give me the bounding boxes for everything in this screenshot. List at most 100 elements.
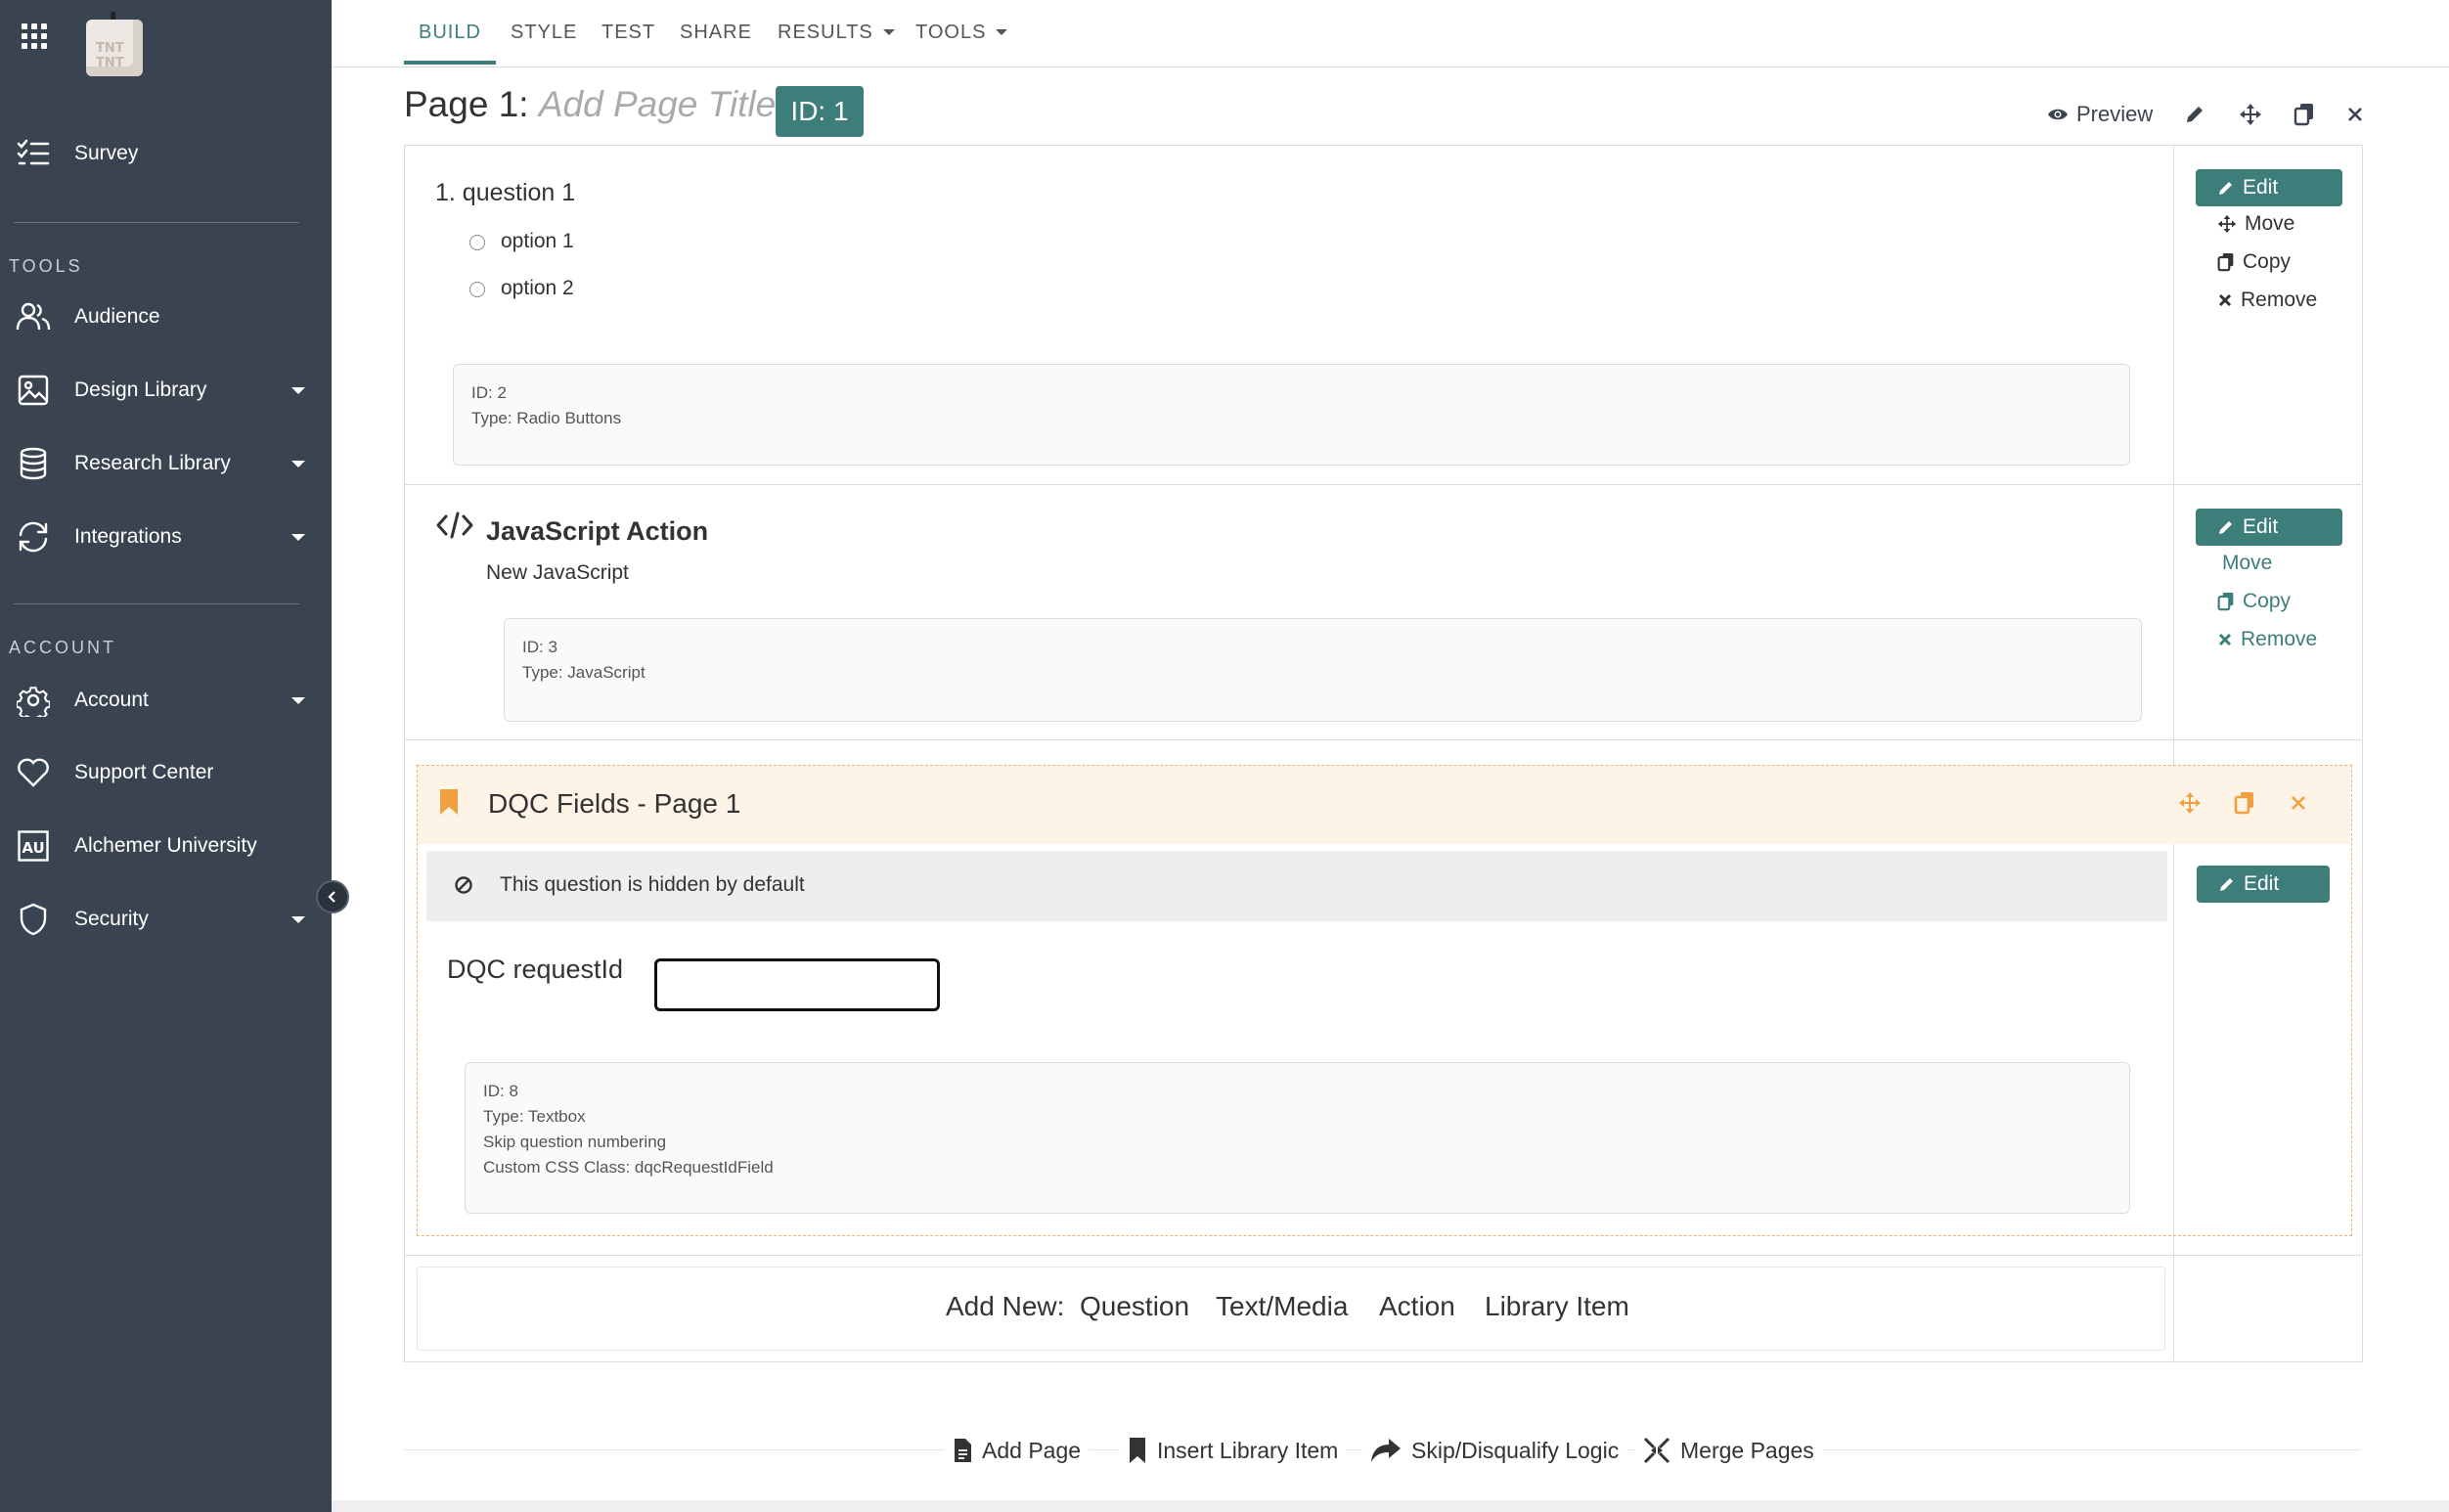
remove-button[interactable]: Remove <box>2217 628 2317 651</box>
info-type: Type: Radio Buttons <box>471 409 622 427</box>
bookmark-icon <box>440 789 458 815</box>
close-icon[interactable] <box>2290 794 2307 812</box>
radio-option-1[interactable] <box>469 235 485 250</box>
info-numbering: Skip question numbering <box>483 1133 667 1151</box>
merge-pages-button[interactable]: Merge Pages <box>1635 1434 1822 1467</box>
copy-icon <box>2217 593 2234 611</box>
add-question-link[interactable]: Question <box>1080 1291 1189 1322</box>
university-icon: AU <box>16 828 51 864</box>
page-title-prefix: Page 1: <box>404 84 529 124</box>
add-library-item-link[interactable]: Library Item <box>1485 1291 1629 1322</box>
move-page-button[interactable] <box>2239 98 2262 131</box>
chevron-down-icon <box>291 533 305 541</box>
move-label: Move <box>2222 552 2273 574</box>
tab-results[interactable]: RESULTS <box>778 0 895 65</box>
sidebar-item-alchemer-university[interactable]: AU Alchemer University <box>0 819 332 873</box>
skip-logic-label: Skip/Disqualify Logic <box>1411 1437 1620 1463</box>
copy-button[interactable]: Copy <box>2217 250 2291 274</box>
question-title[interactable]: 1. question 1 <box>435 179 575 207</box>
javascript-action-subtitle: New JavaScript <box>486 561 629 584</box>
list-check-icon <box>16 136 51 171</box>
sidebar-item-label: Integrations <box>74 525 182 548</box>
shield-icon <box>16 902 51 937</box>
copy-button[interactable]: Copy <box>2217 590 2291 613</box>
dqc-request-id-input[interactable] <box>654 958 940 1011</box>
info-id: ID: 2 <box>471 383 507 402</box>
sidebar-item-account[interactable]: Account <box>0 673 332 728</box>
remove-button[interactable]: Remove <box>2217 289 2317 312</box>
javascript-action-title[interactable]: JavaScript Action <box>486 516 708 547</box>
code-icon <box>436 511 473 539</box>
dqc-title[interactable]: DQC Fields - Page 1 <box>488 788 740 820</box>
sidebar-item-label: Support Center <box>74 761 214 783</box>
add-text-media-link[interactable]: Text/Media <box>1216 1291 1348 1322</box>
info-id: ID: 8 <box>483 1082 518 1100</box>
sidebar-item-research-library[interactable]: Research Library <box>0 436 332 491</box>
move-icon[interactable] <box>2178 791 2202 815</box>
move-button[interactable]: Move <box>2217 212 2294 236</box>
add-page-button[interactable]: Add Page <box>945 1434 1090 1467</box>
add-action-link[interactable]: Action <box>1379 1291 1455 1322</box>
info-css-class: Custom CSS Class: dqcRequestIdField <box>483 1158 774 1177</box>
sidebar-item-support-center[interactable]: Support Center <box>0 745 332 800</box>
company-logo[interactable]: TNT TNT <box>82 12 149 76</box>
tab-tools[interactable]: TOOLS <box>915 0 1008 65</box>
dqc-info-box: ID: 8 Type: Textbox Skip question number… <box>465 1062 2130 1214</box>
option-label: option 1 <box>501 230 574 252</box>
tab-style[interactable]: STYLE <box>511 0 577 65</box>
sidebar-item-design-library[interactable]: Design Library <box>0 363 332 418</box>
users-icon <box>16 299 51 334</box>
move-button[interactable]: Move <box>2222 552 2272 575</box>
insert-library-item-button[interactable]: Insert Library Item <box>1120 1434 1347 1467</box>
tab-share[interactable]: SHARE <box>680 0 752 65</box>
sidebar-item-integrations[interactable]: Integrations <box>0 510 332 564</box>
sidebar-item-label: Audience <box>74 305 160 328</box>
eye-icon <box>2048 109 2068 120</box>
edit-button[interactable]: Edit <box>2197 866 2330 903</box>
close-icon <box>2218 633 2232 646</box>
preview-button[interactable]: Preview <box>2047 98 2153 131</box>
sidebar-item-label: Security <box>74 908 149 930</box>
merge-icon <box>1643 1437 1670 1464</box>
sidebar-item-label: Research Library <box>74 452 231 474</box>
javascript-info-box: ID: 3 Type: JavaScript <box>504 618 2142 722</box>
edit-button[interactable]: Edit <box>2196 509 2342 546</box>
chevron-down-icon <box>996 29 1008 35</box>
delete-page-button[interactable] <box>2346 98 2364 131</box>
logo-text: TNT TNT <box>96 41 124 70</box>
add-page-label: Add Page <box>982 1437 1082 1463</box>
copy-page-button[interactable] <box>2293 98 2315 131</box>
top-navigation: BUILD STYLE TEST SHARE RESULTS TOOLS <box>332 0 2449 67</box>
edit-page-button[interactable] <box>2184 98 2205 131</box>
copy-label: Copy <box>2243 590 2292 612</box>
skip-logic-button[interactable]: Skip/Disqualify Logic <box>1362 1434 1627 1467</box>
hidden-icon <box>455 876 472 894</box>
apps-grid-icon[interactable] <box>22 23 47 49</box>
preview-label: Preview <box>2076 102 2154 126</box>
sidebar-item-security[interactable]: Security <box>0 892 332 947</box>
chevron-down-icon <box>291 386 305 394</box>
tab-build[interactable]: BUILD <box>419 0 481 65</box>
collapse-sidebar-button[interactable] <box>316 880 349 913</box>
page-title-placeholder[interactable]: Add Page Title <box>539 84 776 124</box>
insert-library-item-label: Insert Library Item <box>1157 1437 1339 1463</box>
tools-heading: TOOLS <box>9 256 83 276</box>
file-icon <box>955 1439 971 1462</box>
sidebar-item-survey[interactable]: Survey <box>0 126 332 181</box>
chevron-down-icon <box>291 915 305 923</box>
pencil-icon <box>2219 521 2232 534</box>
radio-option-2[interactable] <box>469 282 485 297</box>
share-arrow-icon <box>1371 1439 1401 1462</box>
page-id-badge: ID: 1 <box>776 86 864 137</box>
sidebar-item-label: Survey <box>74 142 139 164</box>
add-new-label: Add New: <box>946 1291 1065 1321</box>
move-label: Move <box>2245 212 2295 235</box>
sidebar-item-audience[interactable]: Audience <box>0 289 332 344</box>
copy-icon <box>2293 104 2313 126</box>
copy-icon[interactable] <box>2234 791 2255 815</box>
edit-button[interactable]: Edit <box>2196 169 2342 206</box>
tab-label: STYLE <box>511 21 578 43</box>
chevron-down-icon <box>291 696 305 704</box>
row-divider <box>405 1255 2361 1256</box>
tab-test[interactable]: TEST <box>601 0 655 65</box>
